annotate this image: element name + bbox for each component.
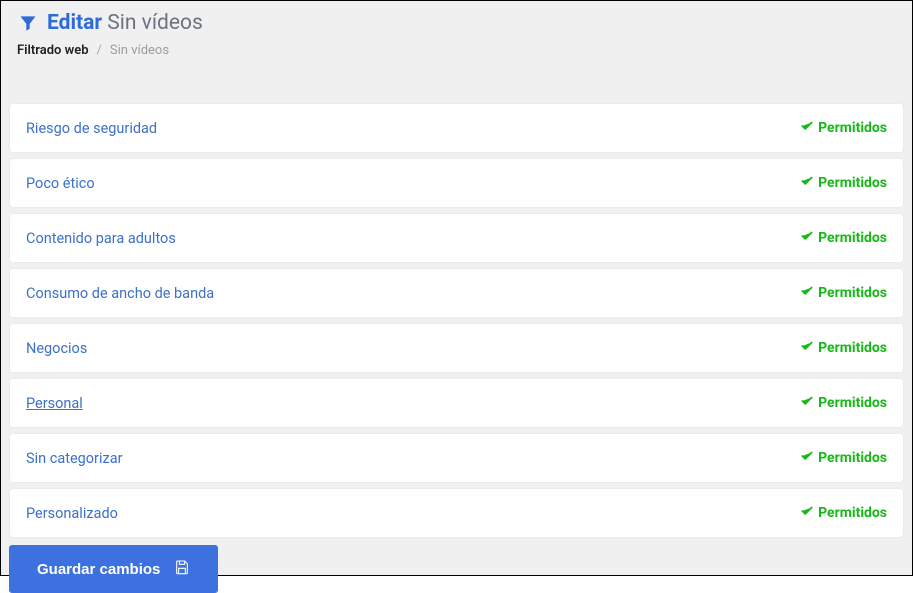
category-row[interactable]: Personalizado Permitidos [10,489,903,537]
save-button[interactable]: Guardar cambios [9,545,218,593]
category-label[interactable]: Personal [26,395,83,412]
category-status: Permitidos [800,394,887,412]
page-container: Editar Sin vídeos Filtrado web / Sin víd… [0,0,913,576]
category-status: Permitidos [800,229,887,247]
category-status: Permitidos [800,284,887,302]
category-status-label: Permitidos [818,395,887,411]
check-icon [800,394,814,412]
category-row[interactable]: Consumo de ancho de banda Permitidos [10,269,903,317]
page-title-name: Sin vídeos [107,11,203,35]
save-row: Guardar cambios [9,545,904,593]
page-header: Editar Sin vídeos [9,9,904,37]
category-status: Permitidos [800,339,887,357]
category-status-label: Permitidos [818,505,887,521]
check-icon [800,339,814,357]
category-row[interactable]: Sin categorizar Permitidos [10,434,903,482]
category-status-label: Permitidos [818,120,887,136]
category-status: Permitidos [800,449,887,467]
page-title: Editar Sin vídeos [47,11,203,35]
category-row[interactable]: Personal Permitidos [10,379,903,427]
breadcrumb: Filtrado web / Sin vídeos [9,37,904,60]
category-status-label: Permitidos [818,450,887,466]
category-label[interactable]: Riesgo de seguridad [26,120,157,137]
category-status: Permitidos [800,119,887,137]
category-list: Riesgo de seguridadPermitidosPoco éticoP… [9,104,904,537]
check-icon [800,174,814,192]
category-row[interactable]: Riesgo de seguridad Permitidos [10,104,903,152]
check-icon [800,284,814,302]
category-label[interactable]: Contenido para adultos [26,230,176,247]
check-icon [800,229,814,247]
category-status: Permitidos [800,504,887,522]
category-status-label: Permitidos [818,175,887,191]
category-status-label: Permitidos [818,340,887,356]
category-row[interactable]: Poco ético Permitidos [10,159,903,207]
check-icon [800,119,814,137]
category-label[interactable]: Negocios [26,340,87,357]
page-title-edit: Editar [47,11,102,35]
category-label[interactable]: Poco ético [26,175,95,192]
category-row[interactable]: Contenido para adultos Permitidos [10,214,903,262]
category-status-label: Permitidos [818,285,887,301]
breadcrumb-separator: / [97,43,102,58]
check-icon [800,504,814,522]
save-button-label: Guardar cambios [37,561,160,578]
filter-icon [17,12,39,34]
category-label[interactable]: Consumo de ancho de banda [26,285,214,302]
category-status: Permitidos [800,174,887,192]
save-icon [174,559,190,579]
breadcrumb-current: Sin vídeos [110,43,169,58]
check-icon [800,449,814,467]
category-row[interactable]: Negocios Permitidos [10,324,903,372]
breadcrumb-root[interactable]: Filtrado web [17,43,89,58]
category-status-label: Permitidos [818,230,887,246]
category-label[interactable]: Sin categorizar [26,450,123,467]
category-label[interactable]: Personalizado [26,505,118,522]
